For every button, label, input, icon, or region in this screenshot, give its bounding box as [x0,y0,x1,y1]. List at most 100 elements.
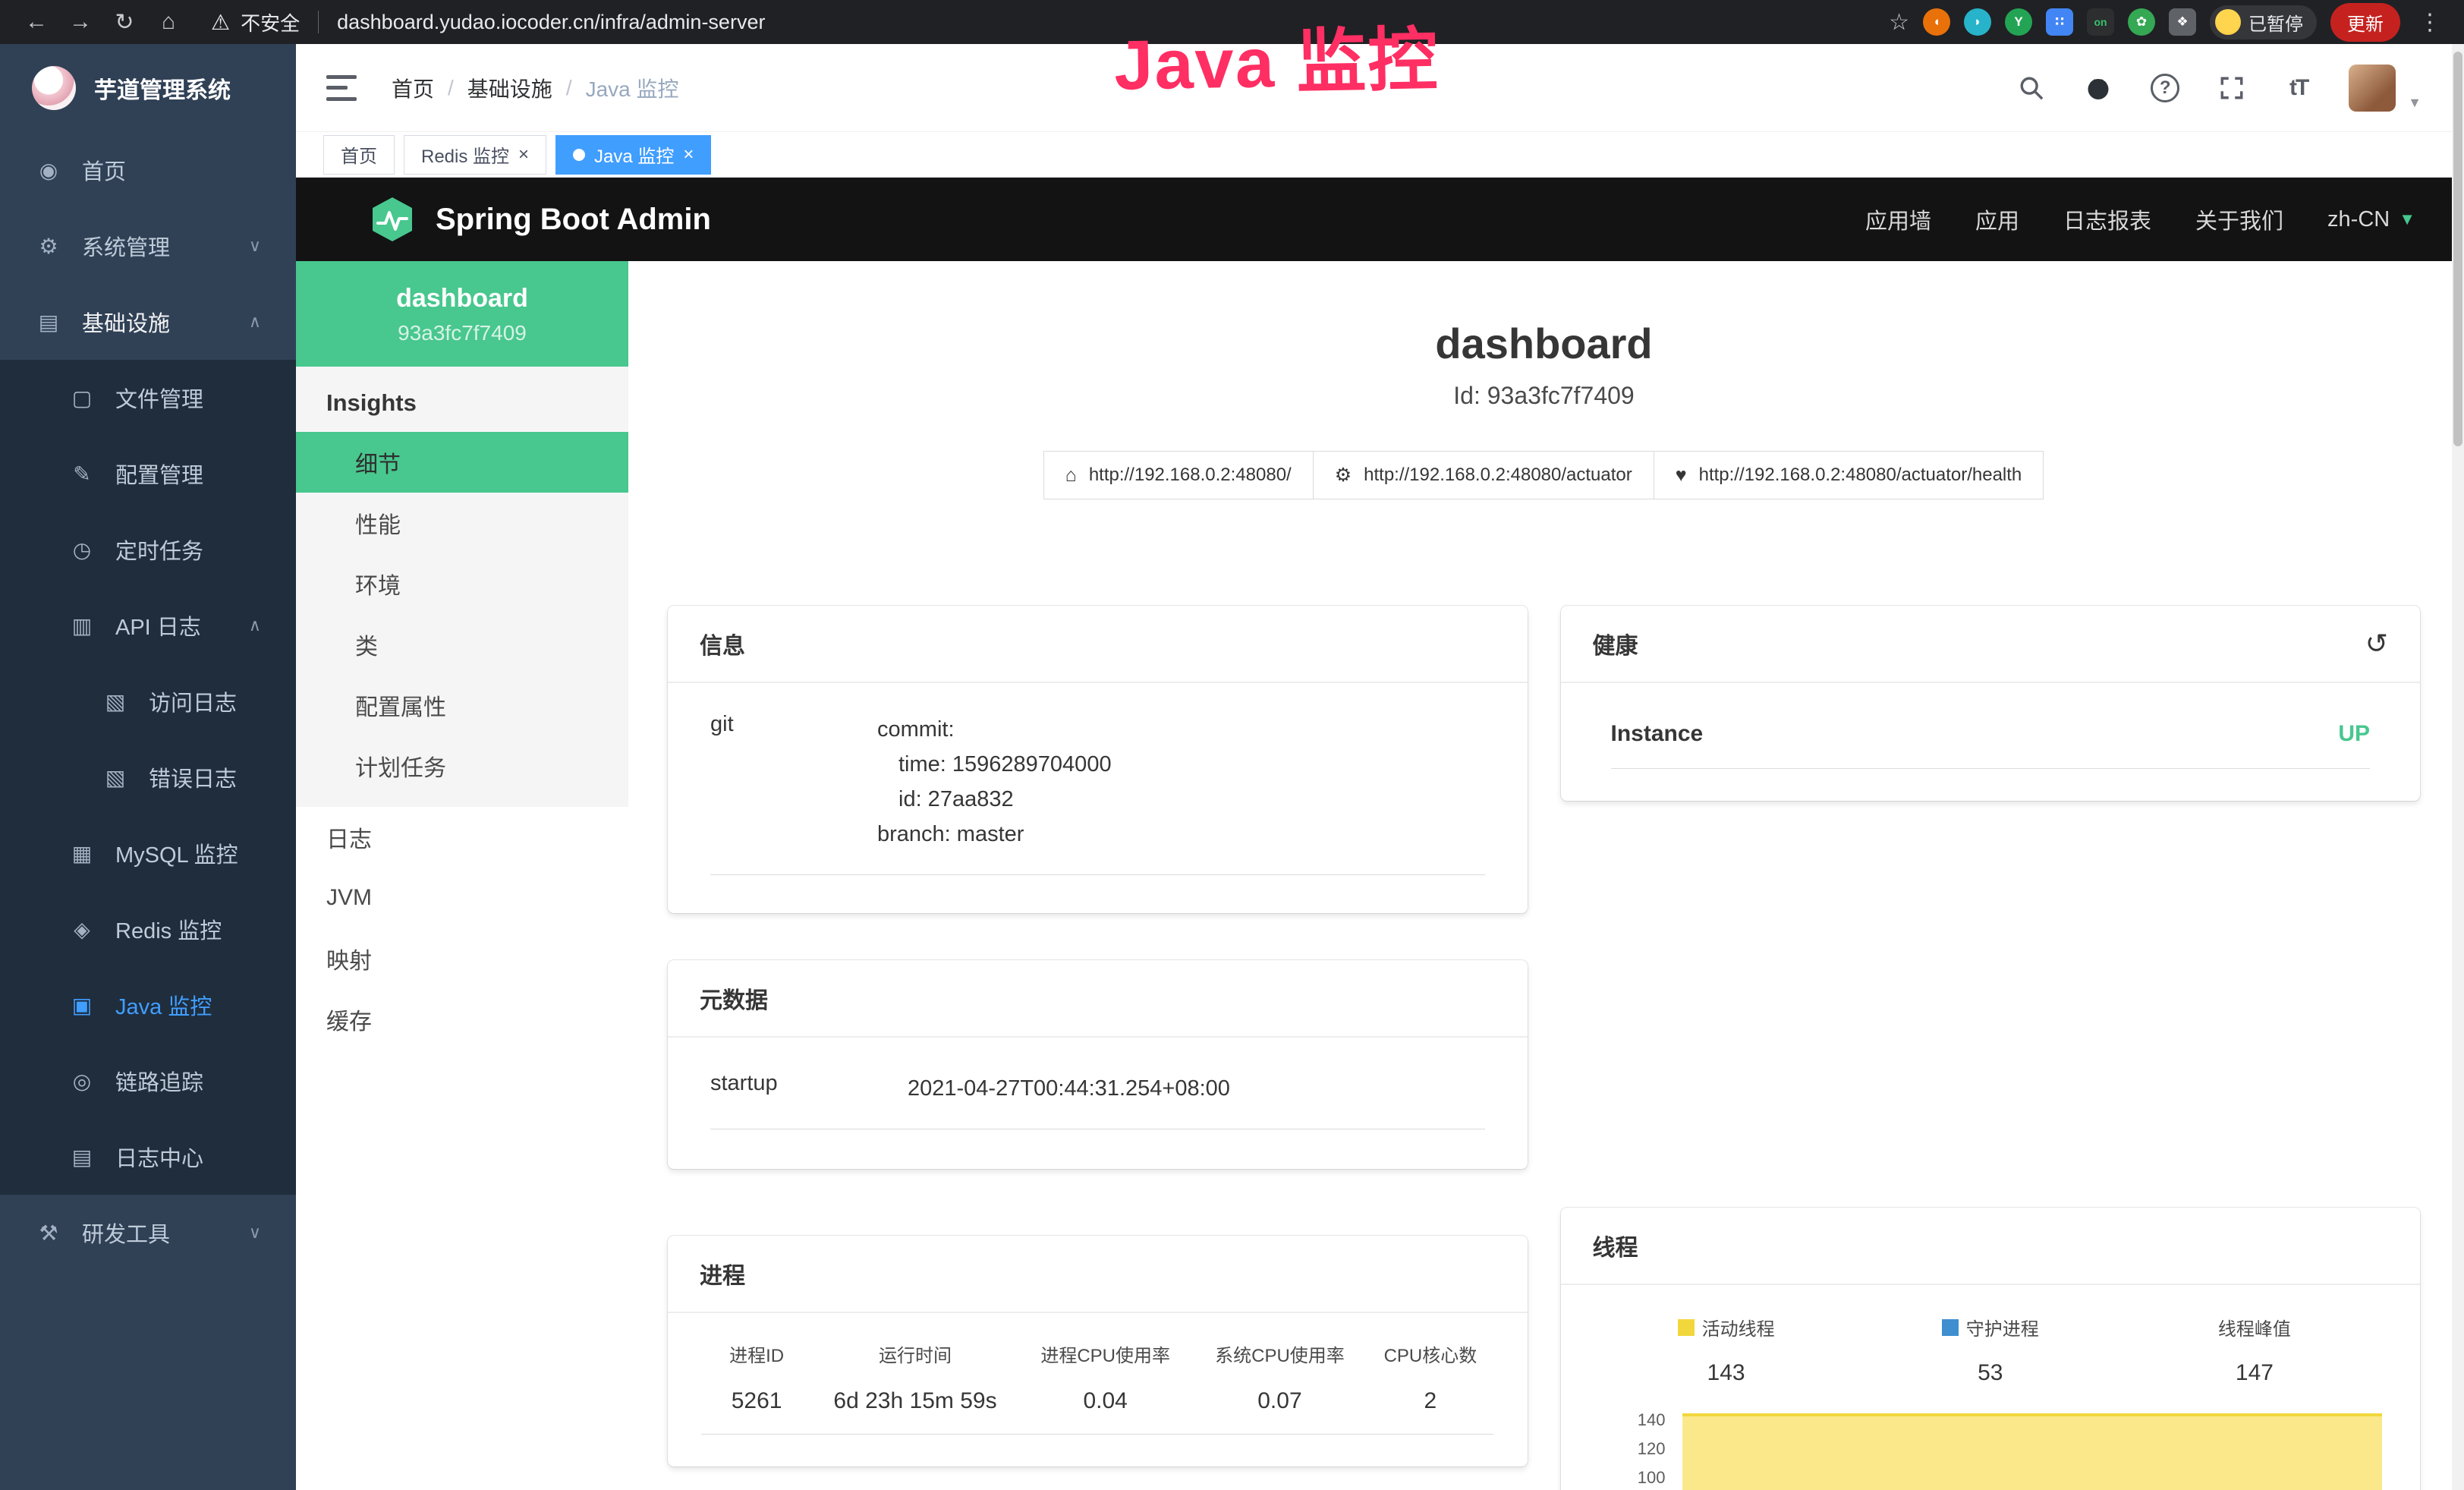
threads-chart-y-axis: 140 120 100 [1594,1406,1678,1490]
sba-brand-title: Spring Boot Admin [436,203,711,237]
sidebar-item-mysql-monitor[interactable]: ▦ MySQL 监控 [0,815,296,891]
bookmark-star-icon[interactable]: ☆ [1889,9,1909,36]
sidebar-item-api-logs[interactable]: ▥ API 日志 ∧ [0,587,296,663]
sba-nav-about[interactable]: 关于我们 [2195,203,2283,235]
reload-icon[interactable]: ↻ [106,4,143,40]
sba-item-logfile[interactable]: 日志 [296,807,628,868]
profile-paused-badge[interactable]: 已暂停 [2210,5,2317,39]
sba-item-caches[interactable]: 缓存 [296,989,628,1050]
search-icon[interactable] [2015,71,2048,105]
user-avatar[interactable] [2349,65,2396,112]
process-stat: 进程CPU使用率 0.04 [1018,1340,1193,1435]
forward-icon[interactable]: → [62,4,99,40]
admin-sidebar: 芋道管理系统 ◉ 首页 ⚙ 系统管理 ∨ ▤ 基础设施 ∧ ▢ 文件管理 [0,44,296,1490]
extension-icon[interactable]: Y [2005,8,2032,36]
extension-icon[interactable]: ◖ [1923,8,1950,36]
avatar-caret-icon: ▼ [2408,95,2422,111]
process-stat: 运行时间 6d 23h 15m 59s [812,1340,1018,1435]
left-card-column: 信息 git commit: time: 1596289704000 id: 2 [668,606,1528,1466]
health-instance-row[interactable]: Instance UP [1611,721,2371,769]
sidebar-item-redis-monitor[interactable]: ◈ Redis 监控 [0,891,296,967]
github-icon[interactable] [2082,71,2115,105]
breadcrumb-home[interactable]: 首页 [392,73,434,103]
tab-home[interactable]: 首页 [323,135,395,175]
breadcrumb-infrastructure[interactable]: 基础设施 [467,73,552,103]
git-value: commit: time: 1596289704000 id: 27aa832 … [877,712,1112,852]
close-icon[interactable]: × [683,144,694,165]
font-size-icon[interactable]: tT [2282,71,2315,105]
service-url-link[interactable]: ⌂ http://192.168.0.2:48080/ [1043,451,1314,499]
startup-value: 2021-04-27T00:44:31.254+08:00 [908,1071,1230,1106]
sidebar-item-system-management[interactable]: ⚙ 系统管理 ∨ [0,208,296,284]
sba-item-metrics[interactable]: 性能 [296,493,628,553]
sidebar-item-home[interactable]: ◉ 首页 [0,132,296,208]
extension-icon[interactable]: ◗ [1964,8,1991,36]
url-text[interactable]: dashboard.yudao.iocoder.cn/infra/admin-s… [337,11,765,34]
not-secure-warning-icon: ⚠ [211,10,230,35]
tab-java-monitor[interactable]: Java 监控 × [555,135,711,175]
sidebar-item-java-monitor[interactable]: ▣ Java 监控 [0,967,296,1043]
sba-item-environment[interactable]: 环境 [296,553,628,614]
sba-item-configprops[interactable]: 配置属性 [296,675,628,736]
config-icon: ✎ [68,461,96,487]
home-icon[interactable]: ⌂ [150,4,187,40]
sidebar-item-log-center[interactable]: ▤ 日志中心 [0,1119,296,1195]
chrome-update-button[interactable]: 更新 [2330,3,2400,42]
tab-redis-monitor[interactable]: Redis 监控 × [404,135,546,175]
sba-item-jvm[interactable]: JVM [296,868,628,928]
threads-card: 线程 活动线程 143 守护进程 [1561,1208,2421,1490]
sidebar-item-dev-tools[interactable]: ⚒ 研发工具 ∨ [0,1195,296,1271]
sba-nav-journal[interactable]: 日志报表 [2063,203,2151,235]
help-icon[interactable]: ? [2148,71,2182,105]
fullscreen-icon[interactable] [2215,71,2248,105]
process-card-title: 进程 [700,1257,745,1290]
caret-down-icon: ▼ [2399,209,2415,229]
legend-peak-threads: 线程峰值 147 [2123,1314,2387,1386]
health-card-title: 健康 [1593,627,1638,660]
address-bar[interactable]: ⚠ 不安全 dashboard.yudao.iocoder.cn/infra/a… [211,8,1881,36]
sidebar-item-infrastructure[interactable]: ▤ 基础设施 ∧ [0,284,296,360]
process-stat: 进程ID 5261 [701,1340,812,1435]
process-card: 进程 进程ID 5261 运行时间 6d 23h 15m [668,1236,1528,1466]
extension-icon[interactable]: ✿ [2128,8,2155,36]
actuator-url-link[interactable]: ⚙ http://192.168.0.2:48080/actuator [1313,451,1654,499]
daemon-threads-swatch [1942,1319,1959,1336]
sba-brand[interactable]: Spring Boot Admin [369,196,711,243]
sidebar-item-config-management[interactable]: ✎ 配置管理 [0,436,296,512]
sba-nav-applications[interactable]: 应用 [1975,203,2019,235]
infrastructure-submenu: ▢ 文件管理 ✎ 配置管理 ◷ 定时任务 ▥ API 日志 ∧ ▧ [0,360,296,1195]
topbar-actions: ? tT ▼ [2015,65,2422,112]
sidebar-toggle-icon[interactable] [326,75,357,101]
infrastructure-icon: ▤ [35,310,62,335]
sidebar-item-trace[interactable]: ◎ 链路追踪 [0,1043,296,1119]
history-icon[interactable]: ↺ [2365,628,2388,660]
sba-item-mappings[interactable]: 映射 [296,928,628,989]
scrollbar[interactable] [2452,44,2464,1490]
app-title: 芋道管理系统 [94,71,231,105]
sidebar-item-file-management[interactable]: ▢ 文件管理 [0,360,296,436]
sidebar-item-access-logs[interactable]: ▧ 访问日志 [0,663,296,739]
sba-locale-select[interactable]: zh-CN ▼ [2327,207,2415,232]
error-log-icon: ▧ [102,765,129,790]
git-key: git [710,712,877,852]
admin-menu: ◉ 首页 ⚙ 系统管理 ∨ ▤ 基础设施 ∧ ▢ 文件管理 ✎ 配置管 [0,132,296,1271]
scrollbar-thumb[interactable] [2453,52,2462,446]
sba-item-classes[interactable]: 类 [296,614,628,675]
back-icon[interactable]: ← [18,4,55,40]
sidebar-item-error-logs[interactable]: ▧ 错误日志 [0,739,296,815]
sba-item-scheduled-tasks[interactable]: 计划任务 [296,736,628,796]
extension-icon[interactable]: ∷ [2046,8,2073,36]
sba-nav-wallboard[interactable]: 应用墙 [1865,203,1931,235]
instance-name: dashboard [304,284,621,313]
sba-item-details[interactable]: 细节 [296,432,628,493]
instance-header[interactable]: dashboard 93a3fc7f7409 [296,261,628,367]
health-url-link[interactable]: ♥ http://192.168.0.2:48080/actuator/heal… [1654,451,2044,499]
extension-icon[interactable]: on [2087,8,2114,36]
app-logo[interactable]: 芋道管理系统 [0,44,296,132]
extension-icon[interactable]: ❖ [2169,8,2196,36]
close-icon[interactable]: × [518,144,529,165]
app-frame: 芋道管理系统 ◉ 首页 ⚙ 系统管理 ∨ ▤ 基础设施 ∧ ▢ 文件管理 [0,44,2464,1490]
browser-chrome: ← → ↻ ⌂ ⚠ 不安全 dashboard.yudao.iocoder.cn… [0,0,2464,44]
chrome-menu-icon[interactable]: ⋮ [2414,9,2446,36]
sidebar-item-scheduled-jobs[interactable]: ◷ 定时任务 [0,512,296,587]
